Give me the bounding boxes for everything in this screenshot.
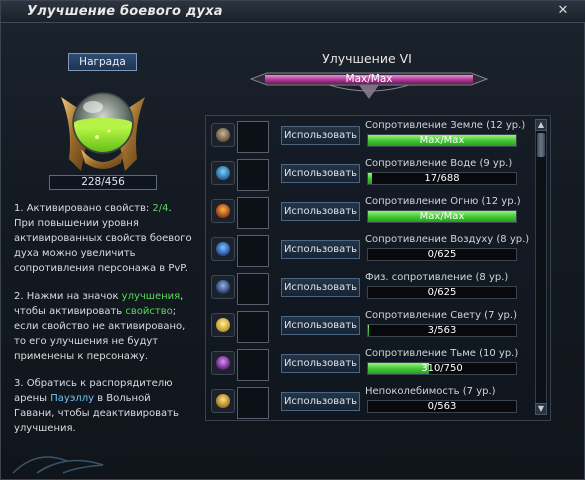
resistance-row: Использовать Сопротивление Свету (7 ур.)… <box>207 309 527 347</box>
resistance-progress-text: 17/688 <box>424 173 460 184</box>
item-slot[interactable] <box>237 387 269 419</box>
info-paragraph-3: 3. Обратись к распорядителю арены Пауэлл… <box>14 376 194 436</box>
title-bar[interactable]: Улучшение боевого духа ✕ <box>1 1 585 23</box>
resistance-progress-bar: 310/750 <box>367 362 517 375</box>
spirit-upgrade-window: Улучшение боевого духа ✕ Награда 228/456… <box>0 0 585 480</box>
reward-button[interactable]: Награда <box>68 53 137 71</box>
resistance-row: Использовать Непоколебимость (7 ур.) 0/5… <box>207 385 527 423</box>
resistance-row: Использовать Физ. сопротивление (8 ур.) … <box>207 271 527 309</box>
resistance-name: Непоколебимость (7 ур.) <box>365 386 496 397</box>
resistance-name: Сопротивление Огню (12 ур.) <box>365 196 521 207</box>
info-text: 2. Нажми на значок <box>14 291 122 302</box>
resistance-progress-bar: Max/Max <box>367 210 517 223</box>
resistance-row: Использовать Сопротивление Тьме (10 ур.)… <box>207 347 527 385</box>
highlight-property: свойство <box>125 306 173 317</box>
water-icon <box>211 161 235 185</box>
resistance-progress-text: 0/625 <box>427 249 457 260</box>
resistance-name: Сопротивление Земле (12 ур.) <box>365 120 526 131</box>
resistance-name: Сопротивление Тьме (10 ур.) <box>365 348 519 359</box>
spirit-progress-text: 228/456 <box>81 176 125 188</box>
resistance-name: Сопротивление Свету (7 ур.) <box>365 310 517 321</box>
resistance-name: Сопротивление Воздуху (8 ур.) <box>365 234 530 245</box>
upgrade-level-text: Max/Max <box>345 73 393 85</box>
resistance-name: Физ. сопротивление (8 ур.) <box>365 272 509 283</box>
use-button[interactable]: Использовать <box>281 354 360 373</box>
resistance-progress-text: 310/750 <box>421 363 463 374</box>
resistance-row: Использовать Сопротивление Воздуху (8 ур… <box>207 233 530 271</box>
resistance-progress-text: Max/Max <box>419 211 465 222</box>
use-button[interactable]: Использовать <box>281 240 360 259</box>
resistance-name: Сопротивление Воде (9 ур.) <box>365 158 513 169</box>
resistance-progress-bar: 0/563 <box>367 400 517 413</box>
resistance-row: Использовать Сопротивление Воде (9 ур.) … <box>207 157 527 195</box>
window-title: Улучшение боевого духа <box>27 4 223 19</box>
resistance-progress-bar: 0/625 <box>367 248 517 261</box>
sun-icon <box>211 389 235 413</box>
wind-icon <box>211 237 235 261</box>
info-paragraph-1: 1. Активировано свойств: 2/4. При повыше… <box>14 201 194 276</box>
item-slot[interactable] <box>237 235 269 267</box>
resistance-progress-bar: 3/563 <box>367 324 517 337</box>
info-paragraph-2: 2. Нажми на значок улучшения, чтобы акти… <box>14 289 194 364</box>
light-icon <box>211 313 235 337</box>
resistance-row: Использовать Сопротивление Земле (12 ур.… <box>207 119 527 157</box>
use-button[interactable]: Использовать <box>281 126 360 145</box>
resistance-progress-bar: Max/Max <box>367 134 517 147</box>
resistance-progress-text: 0/563 <box>427 401 457 412</box>
resistance-progress-text: 0/625 <box>427 287 457 298</box>
use-button[interactable]: Использовать <box>281 316 360 335</box>
item-slot[interactable] <box>237 121 269 153</box>
highlight-upgrade: улучшения <box>121 291 181 302</box>
resistance-progress-bar: 0/625 <box>367 286 517 299</box>
fire-icon <box>211 199 235 223</box>
use-button[interactable]: Использовать <box>281 202 360 221</box>
resistance-progress-text: 3/563 <box>427 325 457 336</box>
close-icon[interactable]: ✕ <box>556 4 570 18</box>
upgrade-title: Улучшение VI <box>322 51 412 66</box>
ornament-decoration <box>12 456 104 474</box>
item-slot[interactable] <box>237 197 269 229</box>
npc-link[interactable]: Пауэллу <box>50 393 94 404</box>
earth-icon <box>211 123 235 147</box>
activated-count: 2/4 <box>152 203 169 214</box>
resistance-row: Использовать Сопротивление Огню (12 ур.)… <box>207 195 527 233</box>
resistance-progress-text: Max/Max <box>419 135 465 146</box>
use-button[interactable]: Использовать <box>281 392 360 411</box>
item-slot[interactable] <box>237 273 269 305</box>
spirit-progress-bar: 228/456 <box>49 175 157 190</box>
use-button[interactable]: Использовать <box>281 164 360 183</box>
spirit-orb <box>51 79 155 175</box>
use-button[interactable]: Использовать <box>281 278 360 297</box>
scroll-down-button[interactable]: ▼ <box>535 403 547 415</box>
item-slot[interactable] <box>237 311 269 343</box>
scroll-up-button[interactable]: ▲ <box>535 119 547 131</box>
scrollbar-thumb[interactable] <box>537 133 545 157</box>
dark-icon <box>211 351 235 375</box>
info-text: 1. Активировано свойств: <box>14 203 153 214</box>
resistance-progress-bar: 17/688 <box>367 172 517 185</box>
spirit-orb-icon <box>61 92 145 171</box>
scrollbar-track[interactable] <box>535 119 547 415</box>
shield-icon <box>211 275 235 299</box>
item-slot[interactable] <box>237 349 269 381</box>
item-slot[interactable] <box>237 159 269 191</box>
